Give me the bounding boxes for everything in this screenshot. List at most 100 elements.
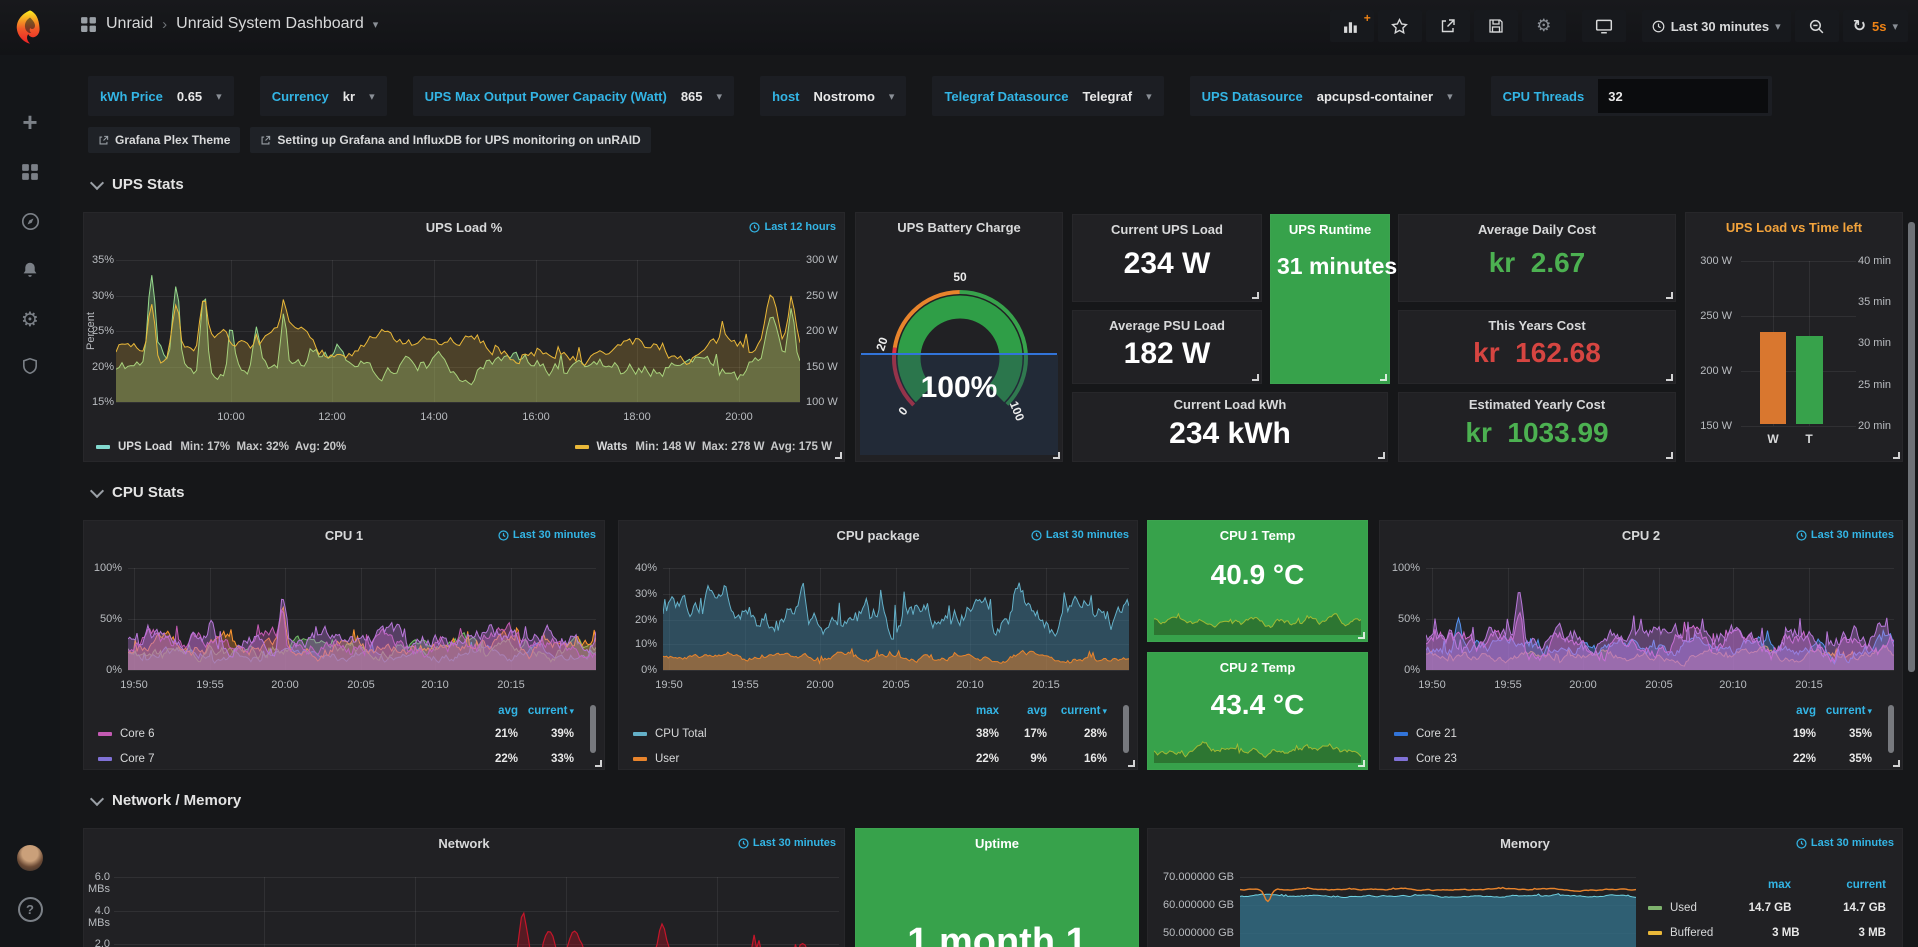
legend-item[interactable]: Watts Min: 148 W Max: 278 W Avg: 175 W [575, 441, 833, 453]
share-button[interactable] [1426, 10, 1470, 42]
panel-title[interactable]: UPS Load % [84, 220, 844, 235]
bar-watts[interactable] [1760, 332, 1786, 424]
settings-gear-icon[interactable]: ⚙ [1522, 10, 1566, 42]
panel-title[interactable]: This Years Cost [1399, 318, 1675, 333]
panel-title[interactable]: Network [84, 836, 844, 851]
create-plus-icon[interactable]: + [0, 107, 60, 138]
legend-scrollbar[interactable] [590, 705, 596, 753]
link-grafana-plex-theme[interactable]: Grafana Plex Theme [88, 127, 240, 153]
chevron-down-icon: ▾ [717, 90, 723, 103]
legend-col-sorted[interactable]: current▾ [1047, 705, 1107, 717]
legend-col-sorted[interactable]: current▾ [518, 705, 574, 717]
legend-item[interactable]: Buffered [1648, 927, 1713, 939]
legend-header: max avg current▾ [633, 701, 1107, 721]
panel-title[interactable]: UPS Battery Charge [856, 220, 1062, 235]
panel-average-psu-load: Average PSU Load 182 W [1072, 310, 1262, 384]
memory-chart[interactable] [1240, 863, 1636, 947]
page-scrollbar[interactable] [1908, 222, 1915, 672]
panel-title[interactable]: Estimated Yearly Cost [1399, 397, 1675, 412]
chevron-down-icon[interactable]: ▾ [373, 18, 379, 31]
cpu2-chart[interactable] [1426, 557, 1894, 675]
legend-item[interactable]: CPU Total [633, 728, 947, 740]
legend-scrollbar[interactable] [1888, 705, 1894, 753]
variable-telegraf-datasource[interactable]: Telegraf Datasource Telegraf ▾ [932, 76, 1163, 116]
panel-ups-battery-charge: UPS Battery Charge 0 20 50 100 100% [855, 212, 1063, 462]
configuration-gear-icon[interactable]: ⚙ [0, 307, 60, 332]
legend-item[interactable]: Core 23 [1394, 753, 1760, 765]
variable-ups-datasource[interactable]: UPS Datasource apcupsd-container ▾ [1190, 76, 1465, 116]
legend-item[interactable]: Core 21 [1394, 728, 1760, 740]
variable-ups-max-output[interactable]: UPS Max Output Power Capacity (Watt) 865… [413, 76, 734, 116]
panel-time-range[interactable]: Last 12 hours [749, 221, 836, 233]
legend-item[interactable]: Used [1648, 902, 1697, 914]
page-title[interactable]: Unraid System Dashboard [176, 15, 364, 33]
explore-compass-icon[interactable] [0, 212, 60, 231]
legend-col-sorted[interactable]: current▾ [1816, 705, 1872, 717]
save-button[interactable] [1474, 10, 1518, 42]
panel-title[interactable]: Current Load kWh [1073, 397, 1387, 412]
bar-time-left[interactable] [1796, 336, 1823, 424]
refresh-picker[interactable]: ↻ 5s ▾ [1843, 10, 1908, 42]
server-admin-shield-icon[interactable] [0, 357, 60, 375]
template-variables: kWh Price 0.65 ▾ Currency kr ▾ UPS Max O… [88, 76, 1772, 116]
dashboards-grid-icon[interactable] [80, 16, 97, 33]
panel-time-range[interactable]: Last 30 minutes [1031, 529, 1129, 541]
section-cpu-stats[interactable]: CPU Stats [92, 484, 185, 501]
dashboards-icon[interactable] [0, 163, 60, 181]
panel-time-range[interactable]: Last 30 minutes [1796, 837, 1894, 849]
cpu-package-chart[interactable] [663, 557, 1129, 675]
panel-title[interactable]: CPU 1 Temp [1148, 528, 1367, 543]
help-icon[interactable]: ? [0, 897, 60, 922]
add-panel-button[interactable]: + [1330, 10, 1374, 42]
x-tick: 20:05 [1645, 679, 1673, 691]
section-ups-stats[interactable]: UPS Stats [92, 176, 184, 193]
section-title: CPU Stats [112, 484, 185, 501]
legend-col[interactable]: max [1696, 879, 1791, 891]
y-tick-right: 20 min [1858, 420, 1891, 432]
variable-host[interactable]: host Nostromo ▾ [760, 76, 906, 116]
breadcrumb-root[interactable]: Unraid [106, 15, 153, 33]
time-range-picker[interactable]: Last 30 minutes ▾ [1642, 10, 1791, 42]
alerting-bell-icon[interactable] [0, 261, 60, 279]
panel-title[interactable]: UPS Load vs Time left [1686, 220, 1902, 235]
panel-title[interactable]: CPU 2 Temp [1148, 660, 1367, 675]
temp-sparkline [1154, 605, 1361, 635]
legend-col[interactable]: current [1791, 879, 1886, 891]
panel-title[interactable]: UPS Runtime [1271, 222, 1389, 237]
legend-value: 21% [462, 728, 518, 740]
link-ups-monitoring-guide[interactable]: Setting up Grafana and InfluxDB for UPS … [250, 127, 650, 153]
legend-item[interactable]: User [633, 753, 947, 765]
legend-scrollbar[interactable] [1123, 705, 1129, 753]
stat-value: 1 month 1 [856, 921, 1138, 947]
legend-item[interactable]: UPS Load Min: 17% Max: 32% Avg: 20% [96, 441, 346, 453]
legend-col[interactable]: avg [999, 705, 1047, 717]
y-tick: 6.0 MBs [70, 871, 110, 895]
legend-item[interactable]: Core 7 [98, 753, 462, 765]
stat-value: 40.9 °C [1148, 559, 1367, 591]
cpu-threads-input[interactable]: 32 [1598, 79, 1768, 113]
legend-header: avg current▾ [1394, 701, 1872, 721]
network-chart[interactable] [114, 863, 839, 947]
ups-load-chart[interactable] [116, 253, 800, 405]
panel-title[interactable]: Average PSU Load [1073, 318, 1261, 333]
tv-kiosk-button[interactable] [1582, 10, 1626, 42]
variable-currency[interactable]: Currency kr ▾ [260, 76, 387, 116]
star-button[interactable] [1378, 10, 1422, 42]
panel-title[interactable]: Uptime [856, 836, 1138, 851]
legend-col[interactable]: avg [1760, 705, 1816, 717]
panel-time-range[interactable]: Last 30 minutes [738, 837, 836, 849]
user-avatar[interactable] [0, 845, 60, 871]
cpu1-chart[interactable] [128, 557, 596, 675]
legend-col[interactable]: avg [462, 705, 518, 717]
legend-col[interactable]: max [947, 705, 999, 717]
variable-kwh-price[interactable]: kWh Price 0.65 ▾ [88, 76, 234, 116]
section-network-memory[interactable]: Network / Memory [92, 792, 241, 809]
zoom-out-button[interactable] [1795, 10, 1839, 42]
panel-title[interactable]: Average Daily Cost [1399, 222, 1675, 237]
grafana-logo-icon[interactable] [11, 8, 49, 46]
legend-item[interactable]: Core 6 [98, 728, 462, 740]
panel-title[interactable]: Current UPS Load [1073, 222, 1261, 237]
panel-title[interactable]: Memory [1148, 836, 1902, 851]
panel-time-range[interactable]: Last 30 minutes [498, 529, 596, 541]
panel-time-range[interactable]: Last 30 minutes [1796, 529, 1894, 541]
